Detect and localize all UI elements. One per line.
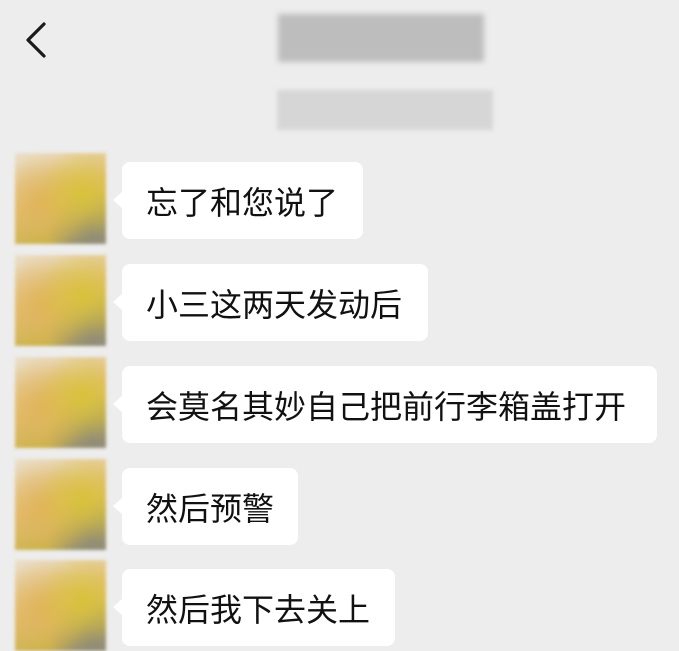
chevron-left-icon xyxy=(26,22,46,58)
avatar[interactable] xyxy=(15,459,106,550)
message-bubble[interactable]: 会莫名其妙自己把前行李箱盖打开 xyxy=(113,366,657,443)
message-text: 然后我下去关上 xyxy=(146,590,371,629)
message-text: 忘了和您说了 xyxy=(146,183,339,222)
avatar[interactable] xyxy=(15,153,106,244)
message-bubble[interactable]: 然后我下去关上 xyxy=(113,569,395,646)
chat-header xyxy=(0,0,679,82)
chat-title-redacted xyxy=(278,14,484,62)
message-text: 小三这两天发动后 xyxy=(146,285,403,324)
back-button[interactable] xyxy=(18,18,58,62)
avatar[interactable] xyxy=(15,357,106,448)
avatar[interactable] xyxy=(15,560,106,651)
message-text: 然后预警 xyxy=(146,489,275,528)
avatar[interactable] xyxy=(15,255,106,346)
message-bubble[interactable]: 小三这两天发动后 xyxy=(113,264,428,341)
message-text: 会莫名其妙自己把前行李箱盖打开 xyxy=(146,387,627,426)
message-bubble[interactable]: 然后预警 xyxy=(113,468,298,545)
timestamp-redacted xyxy=(277,90,493,130)
message-bubble[interactable]: 忘了和您说了 xyxy=(113,162,363,239)
